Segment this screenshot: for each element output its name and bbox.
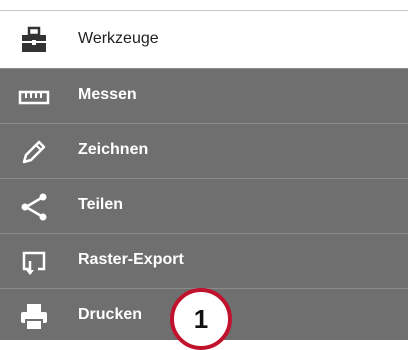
menu-item-raster-export[interactable]: Raster-Export xyxy=(0,233,408,288)
menu-header-label: Werkzeuge xyxy=(78,30,159,47)
menu-item-label: Raster-Export xyxy=(78,251,184,268)
ruler-icon xyxy=(18,81,50,113)
menu-item-label: Teilen xyxy=(78,196,124,213)
raster-export-icon xyxy=(18,246,50,278)
menu-item-zeichnen[interactable]: Zeichnen xyxy=(0,123,408,178)
callout-badge: 1 xyxy=(170,288,232,350)
tools-menu: Werkzeuge Messen Zeichnen Teilen Raster-… xyxy=(0,0,408,350)
menu-item-messen[interactable]: Messen xyxy=(0,68,408,123)
printer-icon xyxy=(18,301,50,333)
callout-number: 1 xyxy=(193,303,209,334)
menu-item-label: Zeichnen xyxy=(78,141,149,158)
share-icon xyxy=(18,191,50,223)
toolbox-icon xyxy=(20,26,48,54)
menu-item-label: Drucken xyxy=(78,306,143,323)
menu-item-teilen[interactable]: Teilen xyxy=(0,178,408,233)
menu-item-label: Messen xyxy=(78,86,137,103)
pencil-icon xyxy=(18,136,50,168)
menu-header-werkzeuge[interactable]: Werkzeuge xyxy=(0,11,408,68)
